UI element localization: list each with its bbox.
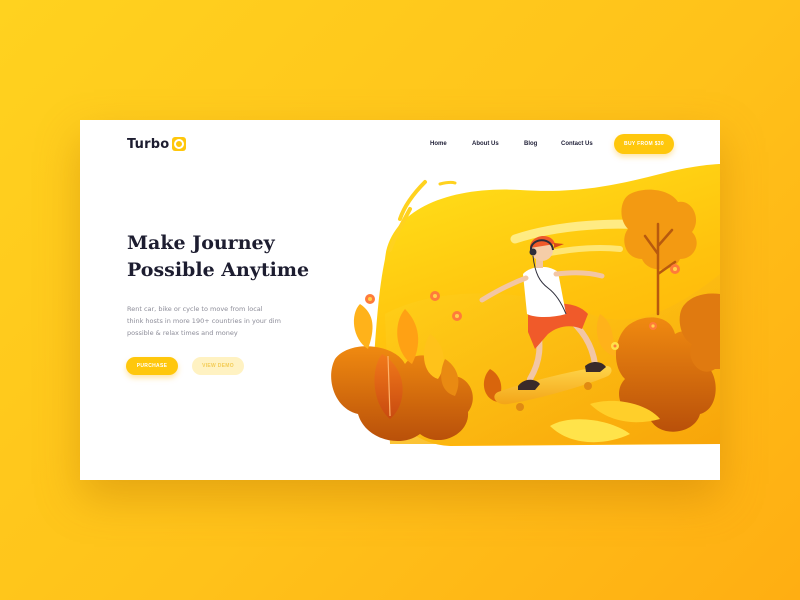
hero-title-line1: Make Journey [127,232,275,254]
hero-description-line2: think hosts in more 190+ countries in yo… [127,317,281,325]
view-demo-button[interactable]: VIEW DEMO [192,357,244,375]
hero-title-line2: Possible Anytime [127,259,310,281]
hero-description: Rent car, bike or cycle to move from loc… [127,303,312,339]
hero-description-line1: Rent car, bike or cycle to move from loc… [127,305,263,313]
nav-blog[interactable]: Blog [524,141,537,147]
nav-home[interactable]: Home [430,141,447,147]
buy-button[interactable]: BUY FROM $30 [614,134,674,154]
nav-about-us[interactable]: About Us [472,141,499,147]
hero-illustration [331,164,720,446]
nav-contact-us[interactable]: Contact Us [561,141,593,147]
purchase-button[interactable]: PURCHASE [126,357,178,375]
hero-description-line3: possible & relax times and money [127,329,238,337]
hero-title: Make Journey Possible Anytime [127,230,357,284]
landing-card: Turbo Home About Us Blog Contact Us BUY … [80,120,720,480]
